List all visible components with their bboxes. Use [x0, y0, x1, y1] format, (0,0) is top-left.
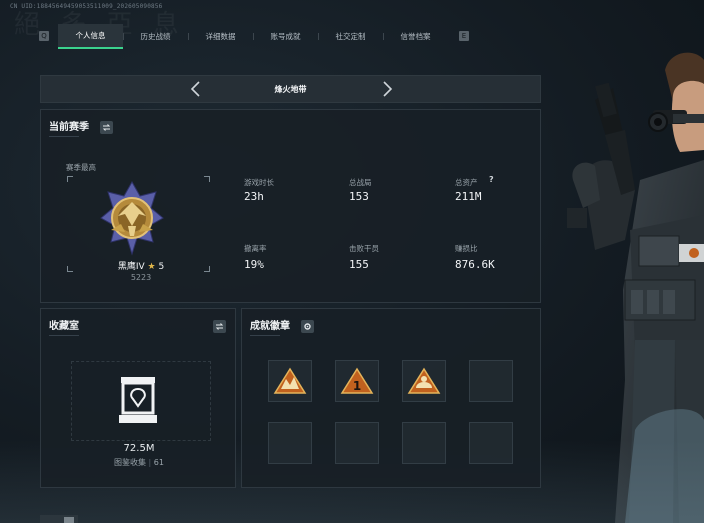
stat-label-operators-defeated: 击败干员: [349, 244, 379, 253]
empty-badge-slot[interactable]: [402, 422, 446, 464]
uid-label: CN UID:18845649459053511009_202605090856: [10, 3, 163, 10]
stat-label-total-assets: 总资产: [455, 178, 478, 187]
stat-value-total-assets: 211M: [455, 190, 482, 203]
empty-badge-slot[interactable]: [469, 360, 513, 402]
collection-title: 收藏室: [49, 321, 79, 332]
rank-stars: 5: [158, 262, 165, 272]
help-icon[interactable]: ?: [489, 175, 494, 184]
stat-label-profit-loss-ratio: 赚损比: [455, 244, 478, 253]
frame-corner: [67, 176, 73, 182]
stat-value-profit-loss-ratio: 876.6K: [455, 258, 495, 271]
achievements-title: 成就徽章: [250, 321, 290, 332]
swap-icon: [102, 124, 111, 131]
tab-account-achievements[interactable]: 账号成就: [253, 24, 318, 49]
chevron-right-icon[interactable]: [378, 80, 396, 98]
collection-count-label: 图鉴收集: [114, 458, 146, 467]
tab-personal-info[interactable]: 个人信息: [58, 24, 123, 49]
triangle-helmet-badge-icon: [407, 367, 441, 394]
count-divider: |: [148, 458, 152, 467]
collection-room-panel[interactable]: 收藏室 72.5M 图鉴收集 | 61: [40, 308, 236, 488]
current-season-panel: 当前赛季 赛季最高 黑鹰IV ★ 5 5223 游戏时长 23h 总战局 153…: [40, 109, 541, 303]
rank-emblem-icon: [100, 180, 164, 256]
tab-credit-profile[interactable]: 信誉档案: [383, 24, 448, 49]
frame-corner: [204, 176, 210, 182]
stat-label-playtime: 游戏时长: [244, 178, 274, 187]
bottom-key-hint-cap: [64, 517, 74, 523]
badge-number: 1: [353, 379, 361, 393]
collection-count-value: 61: [153, 458, 164, 467]
achievement-settings-button[interactable]: [301, 320, 314, 333]
prev-tab-key[interactable]: Q: [39, 31, 49, 41]
display-case-icon: [119, 377, 157, 423]
next-tab-key[interactable]: E: [459, 31, 469, 41]
stat-label-total-matches: 总战局: [349, 178, 372, 187]
frame-corner: [67, 266, 73, 272]
collection-count-row: 图鉴收集 | 61: [41, 457, 237, 468]
tab-social-customization[interactable]: 社交定制: [318, 24, 383, 49]
triangle-eagle-badge-icon: [273, 367, 307, 394]
frame-corner: [204, 266, 210, 272]
rank-score: 5223: [130, 273, 152, 282]
tab-detailed-data[interactable]: 详细数据: [188, 24, 253, 49]
collection-value: 72.5M: [123, 443, 155, 454]
stat-value-total-matches: 153: [349, 190, 369, 203]
stat-value-playtime: 23h: [244, 190, 264, 203]
mode-selector: 烽火地带: [40, 75, 541, 103]
stat-value-operators-defeated: 155: [349, 258, 369, 271]
season-highest-label: 赛季最高: [66, 163, 96, 172]
rank-name-row: 黑鹰IV ★ 5: [81, 259, 201, 272]
star-icon: ★: [147, 262, 156, 272]
empty-badge-slot[interactable]: [268, 422, 312, 464]
badge-slot[interactable]: [402, 360, 446, 402]
switch-collection-button[interactable]: [213, 320, 226, 333]
title-underline: [49, 335, 79, 336]
triangle-number-badge-icon: 1: [340, 367, 374, 394]
empty-badge-slot[interactable]: [335, 422, 379, 464]
stat-value-extraction-rate: 19%: [244, 258, 264, 271]
empty-badge-slot[interactable]: [469, 422, 513, 464]
title-underline: [250, 335, 280, 336]
tab-bar: 个人信息 历史战绩 详细数据 账号成就 社交定制 信誉档案: [58, 24, 448, 49]
season-title: 当前赛季: [49, 122, 89, 133]
badge-slot[interactable]: 1: [335, 360, 379, 402]
stat-label-extraction-rate: 撤离率: [244, 244, 267, 253]
tab-match-history[interactable]: 历史战绩: [123, 24, 188, 49]
badge-slot[interactable]: [268, 360, 312, 402]
mode-label: 烽火地带: [274, 85, 307, 94]
swap-icon: [215, 323, 224, 330]
rank-name: 黑鹰IV: [117, 262, 145, 272]
achievement-badges-panel: 成就徽章 1: [241, 308, 541, 488]
switch-season-button[interactable]: [100, 121, 113, 134]
title-underline: [49, 136, 79, 137]
gear-icon: [304, 323, 311, 330]
